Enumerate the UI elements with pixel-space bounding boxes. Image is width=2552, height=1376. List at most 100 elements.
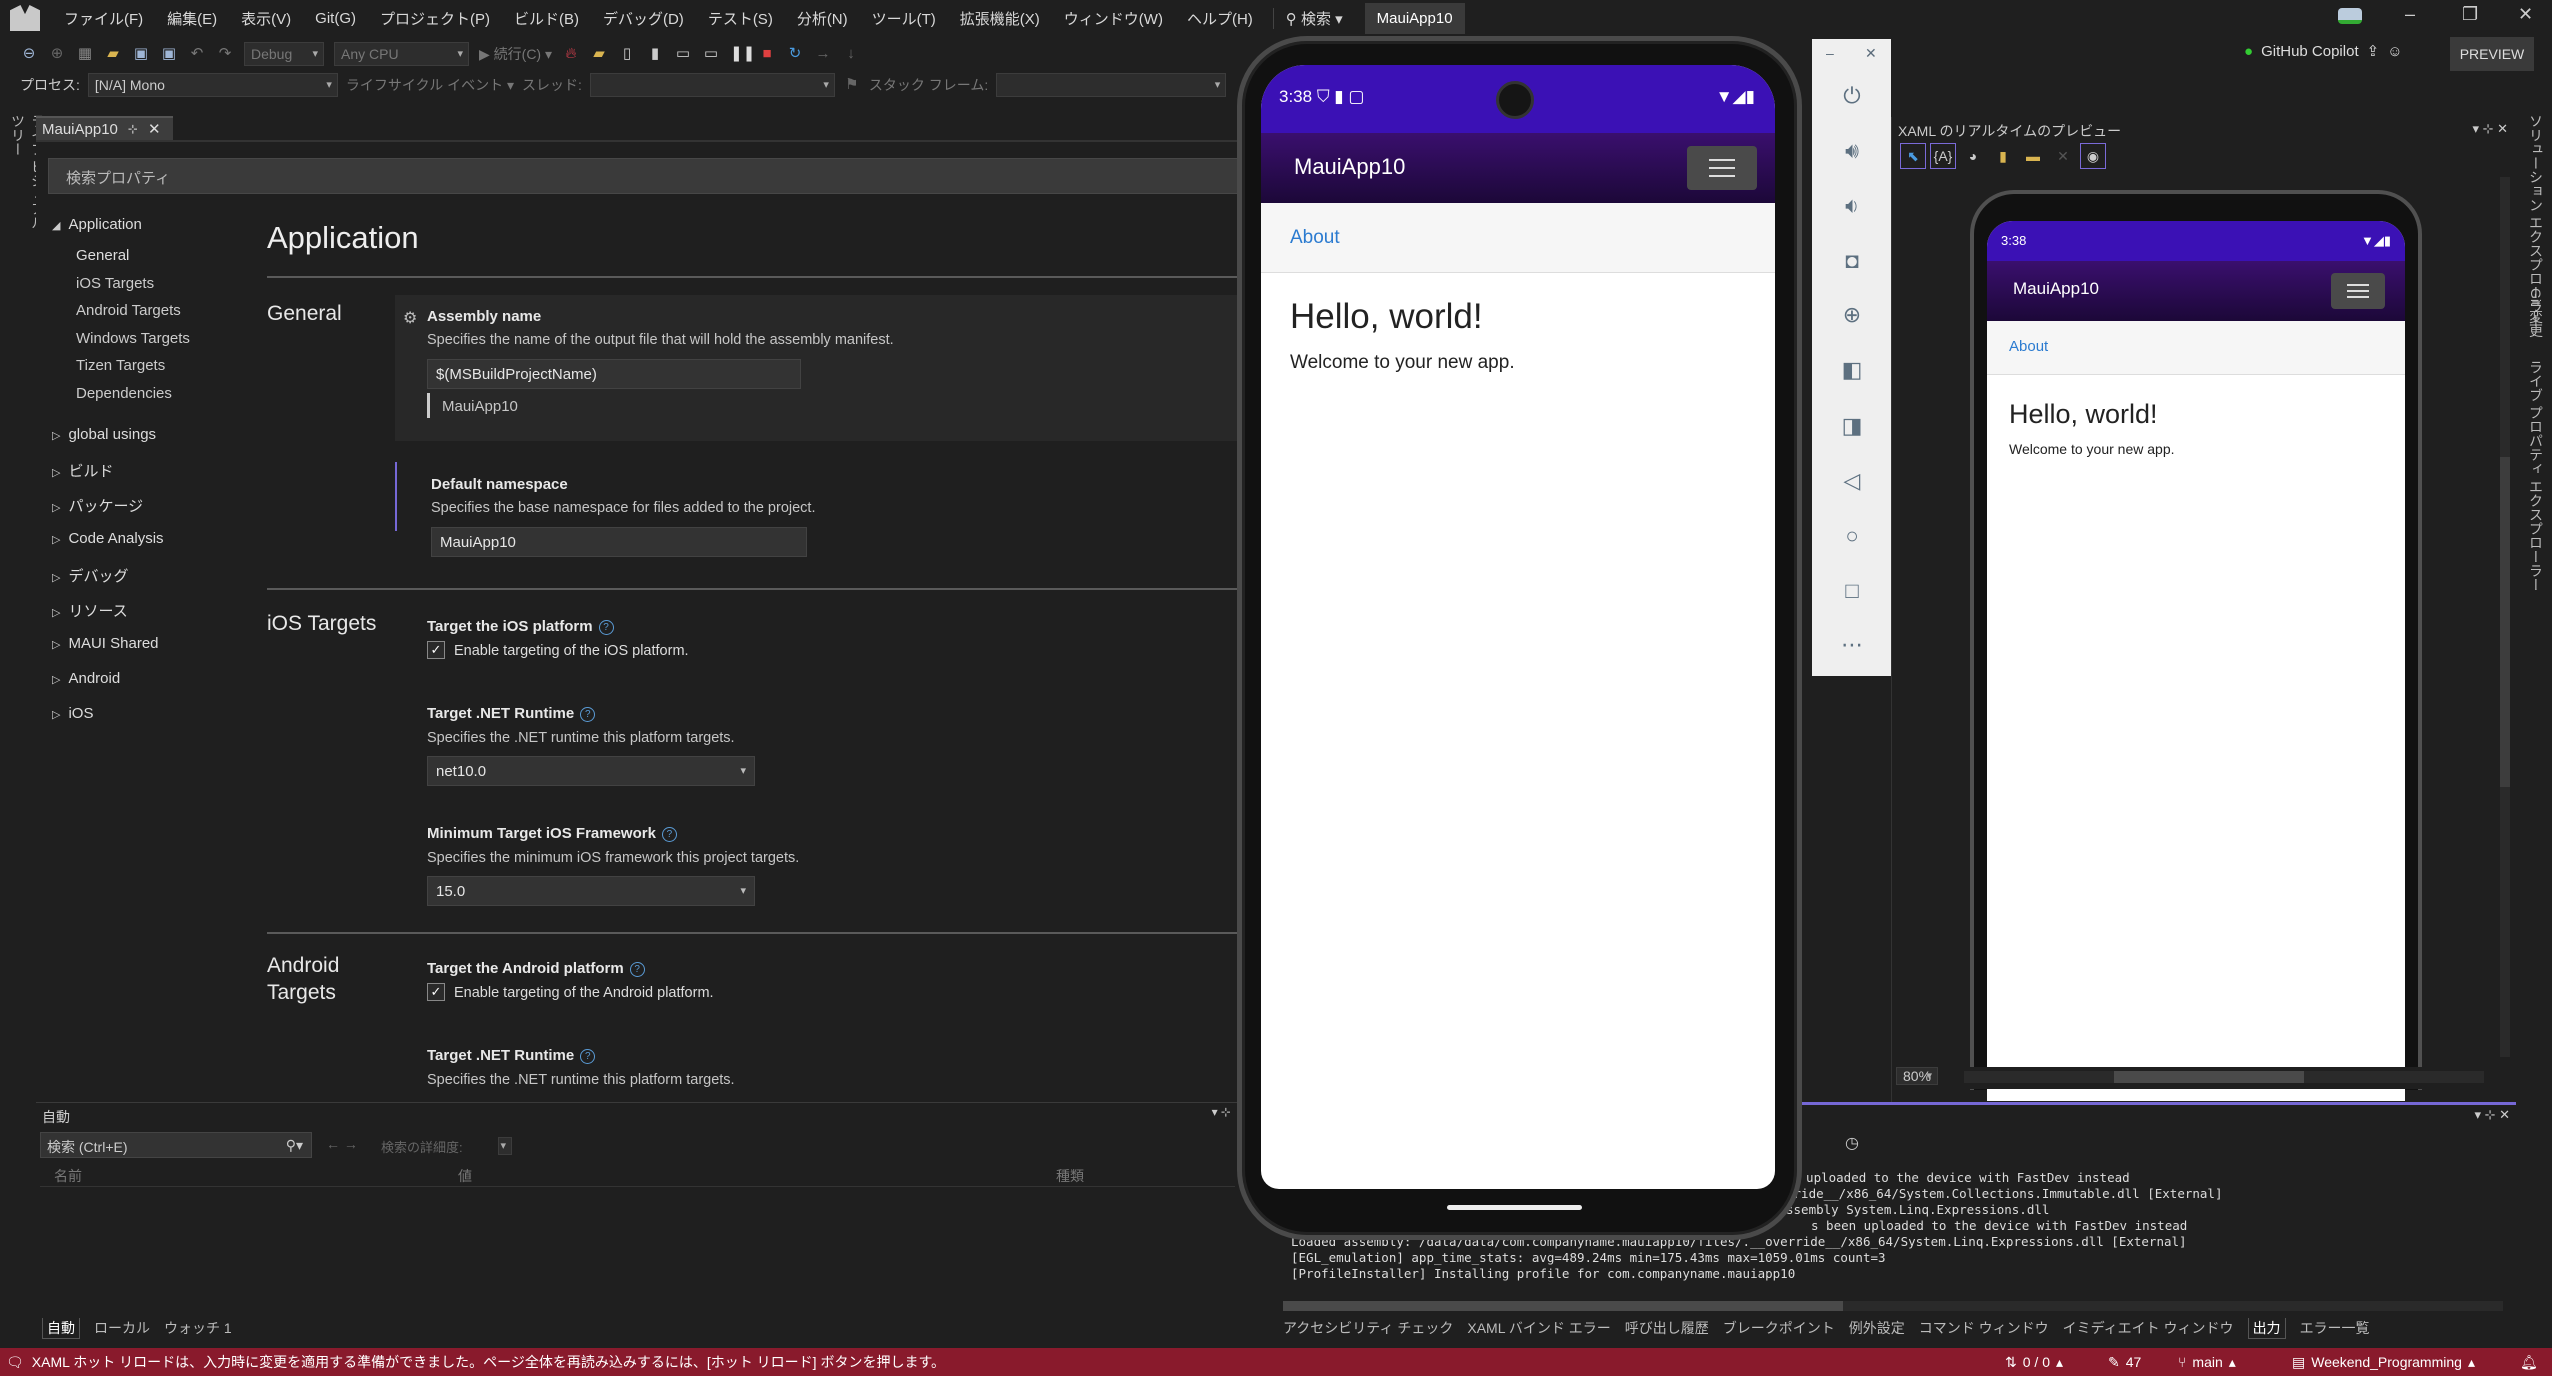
ios-runtime-select[interactable]: net10.0 xyxy=(427,756,755,786)
panel-controls-icon[interactable]: ▾ ⊹ ✕ xyxy=(2474,1107,2510,1123)
ios-enable-checkbox[interactable]: ✓ xyxy=(427,641,445,659)
tab-autos[interactable]: 自動 xyxy=(42,1318,80,1339)
step-over-icon[interactable]: → xyxy=(814,45,832,63)
tab-locals[interactable]: ローカル xyxy=(94,1318,150,1339)
back-icon[interactable]: ◁ xyxy=(1838,467,1866,495)
nav-ios-targets[interactable]: iOS Targets xyxy=(76,275,154,292)
select-element-icon[interactable]: ⬉ xyxy=(1900,143,1926,169)
pause-icon[interactable]: ❚❚ xyxy=(730,45,755,63)
platform-select[interactable]: Any CPU xyxy=(334,42,469,66)
edits-status[interactable]: ✎ 47 xyxy=(2108,1354,2141,1371)
menu-analyze[interactable]: 分析(N) xyxy=(785,8,860,29)
tab-exceptions[interactable]: 例外設定 xyxy=(1849,1318,1905,1339)
nav-general[interactable]: General xyxy=(76,247,129,264)
emulator-screen[interactable]: 3:38 ⛉ ▮ ▢ ▼◢▮ MauiApp10 About Hello, wor… xyxy=(1261,65,1775,1189)
panel-controls-icon[interactable]: ▾ ⊹ ✕ xyxy=(2472,121,2508,137)
binding-icon[interactable]: {A} xyxy=(1930,143,1956,169)
menu-git[interactable]: Git(G) xyxy=(303,10,368,27)
nav-resources[interactable]: ▷ リソース xyxy=(52,600,128,621)
hamburger-menu-button[interactable] xyxy=(1687,146,1757,190)
flag-icon[interactable]: ⚑ xyxy=(843,76,861,94)
terminal-icon[interactable]: ▭ xyxy=(674,45,692,63)
nav-tizen-targets[interactable]: Tizen Targets xyxy=(76,357,165,374)
tab-watch1[interactable]: ウォッチ 1 xyxy=(164,1318,232,1339)
assembly-name-input[interactable]: $(MSBuildProjectName) xyxy=(427,359,801,389)
bell-icon[interactable]: 🔔︎ xyxy=(2520,1354,2538,1371)
zoom-icon[interactable]: ⊕ xyxy=(1838,301,1866,329)
new-project-icon[interactable]: ▦ xyxy=(76,45,94,63)
preview-about-link[interactable]: About xyxy=(1987,321,2405,375)
emulator-close-button[interactable]: ✕ xyxy=(1865,45,1877,62)
property-search-input[interactable]: 検索プロパティ xyxy=(48,158,1237,194)
nav-dependencies[interactable]: Dependencies xyxy=(76,385,172,402)
about-link[interactable]: About xyxy=(1261,203,1775,273)
share-icon[interactable]: ⇪ xyxy=(2367,42,2380,60)
home-indicator[interactable] xyxy=(1447,1205,1582,1210)
tab-xaml-binding[interactable]: XAML バインド エラー xyxy=(1467,1318,1610,1339)
preview-hscroll[interactable] xyxy=(1964,1071,2484,1083)
repo-status[interactable]: ▤ Weekend_Programming ▴ xyxy=(2292,1354,2475,1371)
branch-status[interactable]: ⑂ main ▴ xyxy=(2178,1354,2236,1371)
live-property-explorer-tab[interactable]: ライブ プロパティ エクスプローラー xyxy=(2526,360,2546,592)
process-select[interactable]: [N/A] Mono xyxy=(87,73,338,97)
menu-extensions[interactable]: 拡張機能(X) xyxy=(948,8,1052,29)
menu-window[interactable]: ウィンドウ(W) xyxy=(1052,8,1175,29)
save-all-icon[interactable]: ▣ xyxy=(160,45,178,63)
menu-file[interactable]: ファイル(F) xyxy=(52,8,155,29)
lifecycle-events-button[interactable]: ライフサイクル イベント xyxy=(346,77,503,93)
close-window-button[interactable]: ✕ xyxy=(2518,4,2533,25)
hot-reload-icon[interactable]: 🔥︎ xyxy=(562,45,580,63)
nav-ios[interactable]: ▷ iOS xyxy=(52,705,93,722)
help-icon[interactable]: ? xyxy=(580,1048,596,1064)
stop-icon[interactable]: ■ xyxy=(758,45,776,63)
help-icon[interactable]: ? xyxy=(661,826,677,842)
col-value[interactable]: 値 xyxy=(458,1166,472,1186)
redo-icon[interactable]: ↷ xyxy=(216,45,234,63)
feedback-icon[interactable]: ☺ xyxy=(2387,43,2402,60)
camera-icon[interactable]: ◘ xyxy=(1838,247,1866,275)
minimize-button[interactable]: – xyxy=(2405,4,2415,25)
monitor-icon[interactable]: ▭ xyxy=(702,45,720,63)
nav-arrows-icon[interactable]: ← → xyxy=(326,1136,358,1152)
preview-vscroll[interactable] xyxy=(2500,177,2510,1057)
open-icon[interactable]: ▰ xyxy=(104,45,122,63)
menu-help[interactable]: ヘルプ(H) xyxy=(1175,8,1265,29)
restore-button[interactable]: ❐ xyxy=(2462,4,2478,25)
tab-immediate[interactable]: イミディエイト ウィンドウ xyxy=(2063,1318,2234,1339)
thread-select[interactable] xyxy=(589,73,835,97)
nav-package[interactable]: ▷ パッケージ xyxy=(52,495,143,516)
rotate-right-icon[interactable]: ◨ xyxy=(1838,412,1866,440)
default-namespace-input[interactable]: MauiApp10 xyxy=(431,527,807,557)
ios-min-framework-select[interactable]: 15.0 xyxy=(427,876,755,906)
find-folder-icon[interactable]: ▰ xyxy=(590,45,608,63)
save-icon[interactable]: ▣ xyxy=(132,45,150,63)
nav-build[interactable]: ▷ ビルド xyxy=(52,460,113,481)
ruler-icon[interactable]: ▮ xyxy=(1990,143,2016,169)
col-name[interactable]: 名前 xyxy=(54,1166,82,1186)
menu-project[interactable]: プロジェクト(P) xyxy=(368,8,502,29)
emulator-minimize-button[interactable]: – xyxy=(1826,45,1834,61)
device-icon[interactable]: ▯ xyxy=(618,45,636,63)
menu-test[interactable]: テスト(S) xyxy=(696,8,785,29)
close-tab-icon[interactable]: ✕ xyxy=(148,120,161,138)
nav-android-targets[interactable]: Android Targets xyxy=(76,302,181,319)
power-icon[interactable]: ⏻ xyxy=(1838,82,1866,110)
panel-menu-icon[interactable]: ▾ ⊹ xyxy=(1212,1105,1231,1119)
config-select[interactable]: Debug xyxy=(244,42,324,66)
nav-global-usings[interactable]: ▷ global usings xyxy=(52,426,156,443)
tab-error-list[interactable]: エラー一覧 xyxy=(2300,1318,2370,1339)
preview-screen[interactable]: 3:38 ▼◢▮ MauiApp10 About Hello, world! We… xyxy=(1987,221,2405,1101)
android-icon[interactable]: ▮ xyxy=(646,45,664,63)
tab-command[interactable]: コマンド ウィンドウ xyxy=(1919,1318,2049,1339)
help-icon[interactable]: ? xyxy=(598,619,614,635)
clock-icon[interactable]: ◷ xyxy=(1845,1133,1859,1153)
forward-icon[interactable]: ⊕ xyxy=(48,45,66,63)
search-menu[interactable]: ⚲ 検索 ▾ xyxy=(1272,7,1355,29)
zoom-select[interactable]: 80% xyxy=(1896,1067,1939,1085)
rotate-left-icon[interactable]: ◧ xyxy=(1838,356,1866,384)
home-icon[interactable]: ○ xyxy=(1838,522,1866,550)
horizontal-ruler-icon[interactable]: ▬ xyxy=(2020,143,2046,169)
github-copilot-button[interactable]: ● GitHub Copilot ⇪ ☺ xyxy=(2244,42,2403,61)
menu-edit[interactable]: 編集(E) xyxy=(155,8,229,29)
pin-icon[interactable]: ⊹ xyxy=(128,122,138,136)
